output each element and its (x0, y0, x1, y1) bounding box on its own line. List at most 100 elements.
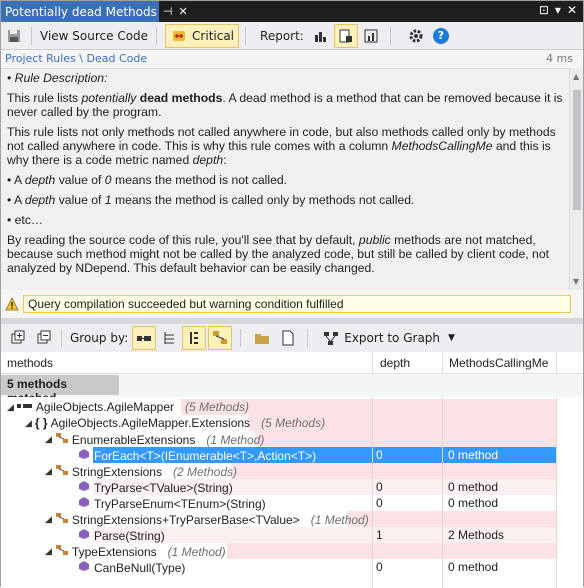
method-icon (77, 496, 91, 511)
collapse-arrow-icon[interactable]: ◢ (45, 546, 52, 557)
method-icon (77, 528, 91, 543)
toolbar-separator (245, 26, 247, 45)
trend-chart-icon (362, 27, 380, 45)
dropdown-icon[interactable]: ▾ (555, 3, 561, 17)
collapse-all-icon (35, 329, 53, 347)
description-p5: • etc… (7, 213, 44, 227)
scroll-up-icon[interactable]: ▲ (573, 72, 579, 81)
scroll-down-icon[interactable]: ▼ (573, 277, 579, 286)
group-by-assembly-button[interactable] (132, 326, 157, 350)
breadcrumb-separator: \ (75, 52, 87, 65)
tree-row-label: StringExtensions (71, 464, 162, 479)
assembly-icon (16, 400, 33, 414)
results-toolbar: Group by: Export to Graph ▼ (1, 324, 583, 352)
export-to-graph-button[interactable]: Export to Graph ▼ (318, 326, 459, 350)
tree-row-count: (2 Methods) (172, 464, 237, 479)
group-by-type-button[interactable] (182, 326, 207, 350)
column-gridline (372, 397, 373, 588)
tree-row-method-selected[interactable]: ForEach<T>(IEnumerable<T>,Action<T>) 0 0… (1, 447, 557, 463)
tree-row-type[interactable]: ◢ StringExtensions+TryParserBase<TValue>… (1, 511, 557, 527)
help-button[interactable]: ? (429, 24, 453, 48)
tree-row-label: EnumerableExtensions (71, 432, 196, 447)
description-heading: • Rule Description: (7, 71, 108, 85)
warning-icon (5, 297, 19, 311)
list-icon (185, 329, 203, 347)
rule-description: • Rule Description: This rule lists pote… (1, 68, 569, 290)
group-by-namespace-button[interactable] (156, 326, 182, 350)
method-icon (77, 480, 91, 495)
open-folder-button[interactable] (249, 326, 275, 350)
save-button[interactable] (1, 24, 27, 48)
collapse-arrow-icon[interactable]: ◢ (25, 418, 32, 429)
help-icon: ? (432, 27, 449, 44)
window-close-icon[interactable]: ✕ (567, 3, 577, 17)
main-toolbar: View Source Code Critical Report: ? (1, 22, 583, 50)
class-icon (55, 512, 69, 527)
expand-all-icon (9, 329, 27, 347)
collapse-arrow-icon[interactable]: ◢ (45, 514, 52, 525)
document-tab[interactable]: Potentially dead Methods ⊣ ✕ (1, 1, 188, 22)
column-divider[interactable] (372, 352, 373, 374)
tree-row-namespace[interactable]: ◢ { } AgileObjects.AgileMapper.Extension… (1, 415, 557, 431)
breadcrumb-project-rules[interactable]: Project Rules (5, 52, 76, 65)
toolbar-separator (389, 26, 391, 45)
tree-row-label: CanBeNull(Type) (94, 560, 186, 575)
tree-row-label: AgileObjects.AgileMapper.Extensions (50, 416, 251, 430)
tree-row-method[interactable]: CanBeNull(Type) 0 0 method (1, 559, 557, 575)
view-source-button[interactable]: View Source Code (36, 24, 152, 48)
hierarchy-icon (211, 329, 229, 347)
tree-row-method[interactable]: Parse(String) 1 2 Methods (1, 527, 557, 543)
methods-calling-me-cell: 2 Methods (448, 528, 505, 542)
pin-icon[interactable]: ⊣ (163, 5, 173, 18)
settings-button[interactable] (403, 24, 429, 48)
expand-all-button[interactable] (5, 326, 31, 350)
description-p4: • A depth value of 1 means the method is… (7, 193, 415, 207)
tree-row-count: (1 Method) (206, 432, 265, 447)
methods-calling-me-cell: 0 method (448, 480, 499, 494)
critical-toggle[interactable]: Critical (165, 23, 240, 48)
critical-icon (170, 27, 188, 45)
bar-chart-icon (312, 27, 330, 45)
methods-calling-me-cell: 0 method (448, 448, 499, 462)
folder-icon (253, 329, 271, 347)
description-scrollbar[interactable]: ▲ ▼ (569, 68, 583, 290)
title-bar: Potentially dead Methods ⊣ ✕ ⊡ ▾ ✕ (1, 1, 583, 22)
toolbar-separator (240, 329, 242, 347)
group-by-label: Group by: (70, 331, 129, 345)
tree-row-type[interactable]: ◢ EnumerableExtensions (1 Method) (1, 431, 557, 447)
tree-row-method[interactable]: TryParseEnum<TEnum>(String) 0 0 method (1, 495, 557, 511)
column-header-depth[interactable]: depth (380, 356, 410, 370)
column-header-methods[interactable]: methods (7, 356, 53, 370)
column-header-methods-calling-me[interactable]: MethodsCallingMe (449, 356, 548, 370)
matched-count-bar: 5 methods matched (1, 375, 583, 405)
critical-label: Critical (192, 28, 235, 43)
scroll-thumb[interactable] (573, 90, 581, 210)
report-document-button[interactable] (333, 23, 358, 48)
report-trend-button[interactable] (358, 24, 384, 48)
depth-cell: 1 (376, 528, 383, 542)
collapse-all-button[interactable] (31, 326, 57, 350)
collapse-arrow-icon[interactable]: ◢ (45, 434, 52, 445)
tree-row-method[interactable]: TryParse<TValue>(String) 0 0 method (1, 479, 557, 495)
class-icon (55, 464, 69, 479)
collapse-arrow-icon[interactable]: ◢ (7, 402, 14, 413)
results-grid-header: methods depth MethodsCallingMe (1, 352, 583, 374)
export-document-button[interactable] (275, 326, 301, 350)
tree-row-type[interactable]: ◢ StringExtensions (2 Methods) (1, 463, 557, 479)
tree-row-assembly[interactable]: ◢ AgileObjects.AgileMapper (5 Methods) (1, 399, 557, 415)
column-divider[interactable] (556, 352, 557, 374)
breadcrumb-dead-code[interactable]: Dead Code (87, 52, 148, 65)
report-chart-button[interactable] (308, 24, 334, 48)
methods-calling-me-cell: 0 method (448, 496, 499, 510)
warning-message: Query compilation succeeded but warning … (23, 295, 571, 313)
save-icon (5, 27, 23, 45)
column-divider[interactable] (442, 352, 443, 374)
tree-row-count: (1 Method) (310, 512, 369, 527)
tree-row-type[interactable]: ◢ TypeExtensions (1 Method) (1, 543, 557, 559)
collapse-arrow-icon[interactable]: ◢ (45, 466, 52, 477)
window-position-icon[interactable]: ⊡ (539, 3, 549, 17)
query-result-window: Potentially dead Methods ⊣ ✕ ⊡ ▾ ✕ View … (0, 0, 584, 588)
group-by-graph-button[interactable] (208, 326, 233, 350)
toolbar-separator (61, 329, 62, 347)
close-icon[interactable]: ✕ (178, 5, 187, 18)
